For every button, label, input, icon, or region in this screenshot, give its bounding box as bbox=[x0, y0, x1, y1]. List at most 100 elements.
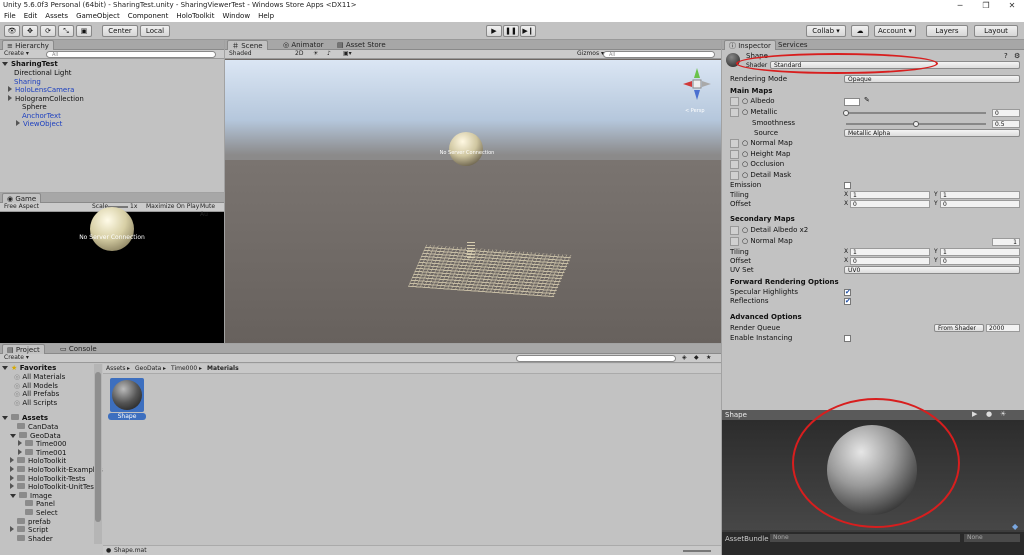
folder-item[interactable]: Select bbox=[25, 509, 58, 517]
move-tool-icon[interactable]: ✥ bbox=[22, 25, 38, 37]
play-icon[interactable]: ▶ bbox=[486, 25, 502, 37]
asset-bundle-variant-dropdown[interactable]: None bbox=[964, 534, 1020, 542]
project-search-input[interactable] bbox=[516, 355, 676, 362]
albedo-texture-slot[interactable] bbox=[730, 97, 739, 106]
menu-help[interactable]: Help bbox=[254, 11, 278, 22]
expand-arrow-icon[interactable] bbox=[10, 466, 14, 472]
smoothness-value[interactable]: 0.5 bbox=[992, 120, 1020, 128]
expand-arrow-icon[interactable] bbox=[8, 94, 12, 101]
folder-item[interactable]: HoloToolkit-Tests bbox=[10, 474, 85, 483]
hierarchy-item[interactable]: Directional Light bbox=[14, 69, 72, 77]
cloud-icon[interactable]: ☁ bbox=[851, 25, 869, 37]
tiling2-y-field[interactable]: 1 bbox=[940, 248, 1020, 256]
hierarchy-item[interactable]: HoloLensCamera bbox=[8, 86, 74, 94]
expand-arrow-icon[interactable] bbox=[10, 474, 14, 481]
normal-map-slot[interactable] bbox=[730, 139, 739, 148]
crumb-assets[interactable]: Assets bbox=[106, 365, 126, 373]
filter-type-icon[interactable]: ◈ bbox=[682, 354, 687, 362]
crumb-geodata[interactable]: GeoData bbox=[135, 365, 161, 373]
expand-arrow-icon[interactable] bbox=[18, 440, 22, 447]
menu-gameobject[interactable]: GameObject bbox=[72, 11, 124, 22]
favorite-item[interactable]: ◎ All Prefabs bbox=[14, 390, 59, 398]
lighting-icon[interactable]: ☀ bbox=[313, 50, 318, 58]
effects-icon[interactable]: ▣▾ bbox=[343, 50, 352, 58]
metallic-slider-knob[interactable] bbox=[843, 110, 849, 116]
hierarchy-create-button[interactable]: Create ▾ bbox=[4, 50, 29, 58]
menu-window[interactable]: Window bbox=[218, 11, 254, 22]
uv-set-dropdown[interactable]: UV0 bbox=[844, 266, 1020, 274]
rendering-mode-dropdown[interactable]: Opaque bbox=[844, 75, 1020, 83]
tree-scrollbar-thumb[interactable] bbox=[95, 372, 101, 522]
menu-file[interactable]: File bbox=[0, 11, 20, 22]
albedo-color-swatch[interactable] bbox=[844, 98, 860, 106]
folder-item[interactable]: HoloToolkit bbox=[10, 457, 66, 465]
layout-dropdown[interactable]: Layout bbox=[974, 25, 1018, 37]
close-button[interactable]: ✕ bbox=[1000, 0, 1024, 11]
pivot-center-button[interactable]: Center bbox=[102, 25, 138, 37]
menu-holotoolkit[interactable]: HoloToolkit bbox=[172, 11, 218, 22]
pivot-local-button[interactable]: Local bbox=[140, 25, 170, 37]
aspect-dropdown[interactable]: Free Aspect bbox=[4, 203, 39, 211]
tab-game[interactable]: ◉ Game bbox=[2, 193, 42, 203]
scene-search-input[interactable]: All bbox=[603, 51, 715, 58]
tab-asset-store[interactable]: ▤ Asset Store bbox=[333, 40, 390, 50]
layers-dropdown[interactable]: Layers bbox=[926, 25, 968, 37]
rect-tool-icon[interactable]: ▣ bbox=[76, 25, 92, 37]
menu-component[interactable]: Component bbox=[124, 11, 173, 22]
mute-audio-toggle[interactable]: Mute Au bbox=[200, 203, 224, 219]
source-dropdown[interactable]: Metallic Alpha bbox=[844, 129, 1020, 137]
detail-albedo-slot[interactable] bbox=[730, 226, 739, 235]
reflections-checkbox[interactable] bbox=[844, 297, 851, 305]
hierarchy-item[interactable]: ViewObject bbox=[16, 120, 62, 128]
render-queue-dropdown[interactable]: From Shader bbox=[934, 324, 984, 332]
view-tool-icon[interactable]: 👁 bbox=[4, 25, 20, 37]
collab-button[interactable]: Collab ▾ bbox=[806, 25, 846, 37]
folder-item[interactable]: Time001 bbox=[18, 448, 67, 457]
occlusion-slot[interactable] bbox=[730, 160, 739, 169]
maximize-button[interactable]: ❐ bbox=[974, 0, 998, 11]
expand-arrow-icon[interactable] bbox=[10, 433, 16, 438]
tab-scene[interactable]: ＃ Scene bbox=[227, 40, 268, 50]
favorite-star-icon[interactable]: ★ bbox=[706, 354, 711, 362]
expand-arrow-icon[interactable] bbox=[10, 483, 14, 490]
expand-arrow-icon[interactable] bbox=[10, 457, 14, 464]
scale-tool-icon[interactable]: ⤡ bbox=[58, 25, 74, 37]
hierarchy-item[interactable]: HologramCollection bbox=[8, 94, 84, 103]
detail-normal-slot[interactable] bbox=[730, 237, 739, 246]
render-queue-value[interactable]: 2000 bbox=[986, 324, 1020, 332]
folder-item[interactable]: prefab bbox=[17, 517, 51, 526]
preview-light-icon[interactable]: ☀ bbox=[1000, 410, 1006, 418]
preview-play-icon[interactable]: ▶ bbox=[972, 410, 977, 418]
preview-shape-icon[interactable]: ● bbox=[986, 410, 992, 418]
folder-item[interactable]: Image bbox=[10, 491, 52, 500]
detail-normal-scale[interactable]: 1 bbox=[992, 238, 1020, 246]
asset-thumbnail[interactable] bbox=[110, 378, 144, 412]
help-icon[interactable]: ? bbox=[1004, 52, 1008, 60]
tab-console[interactable]: ▭ Console bbox=[56, 344, 101, 354]
offset2-x-field[interactable]: 0 bbox=[850, 257, 930, 265]
shading-dropdown[interactable]: Shaded bbox=[229, 50, 252, 58]
height-map-slot[interactable] bbox=[730, 150, 739, 159]
tiling-x-field[interactable]: 1 bbox=[850, 191, 930, 199]
folder-item[interactable]: GeoData bbox=[10, 431, 61, 440]
metallic-texture-slot[interactable] bbox=[730, 108, 739, 117]
folder-item[interactable]: Shader bbox=[17, 534, 53, 543]
tiling-y-field[interactable]: 1 bbox=[940, 191, 1020, 199]
menu-assets[interactable]: Assets bbox=[41, 11, 72, 22]
menu-edit[interactable]: Edit bbox=[20, 11, 42, 22]
crumb-materials[interactable]: Materials bbox=[207, 365, 239, 373]
favorite-item[interactable]: ◎ All Materials bbox=[14, 373, 65, 381]
account-button[interactable]: Account ▾ bbox=[874, 25, 916, 37]
scene-sphere[interactable] bbox=[449, 132, 483, 166]
offset-x-field[interactable]: 0 bbox=[850, 200, 930, 208]
tiling2-x-field[interactable]: 1 bbox=[850, 248, 930, 256]
assets-header[interactable]: Assets bbox=[2, 414, 48, 422]
specular-checkbox[interactable] bbox=[844, 288, 851, 296]
expand-arrow-icon[interactable] bbox=[16, 120, 20, 126]
tree-scrollbar[interactable] bbox=[94, 364, 102, 544]
maximize-on-play-toggle[interactable]: Maximize On Play bbox=[146, 203, 199, 211]
folder-item[interactable]: Time000 bbox=[18, 440, 67, 448]
favorite-item[interactable]: ◎ All Scripts bbox=[14, 399, 57, 407]
hierarchy-item[interactable]: Sphere bbox=[22, 103, 47, 111]
folder-item[interactable]: HoloToolkit-UnitTests bbox=[10, 483, 100, 491]
